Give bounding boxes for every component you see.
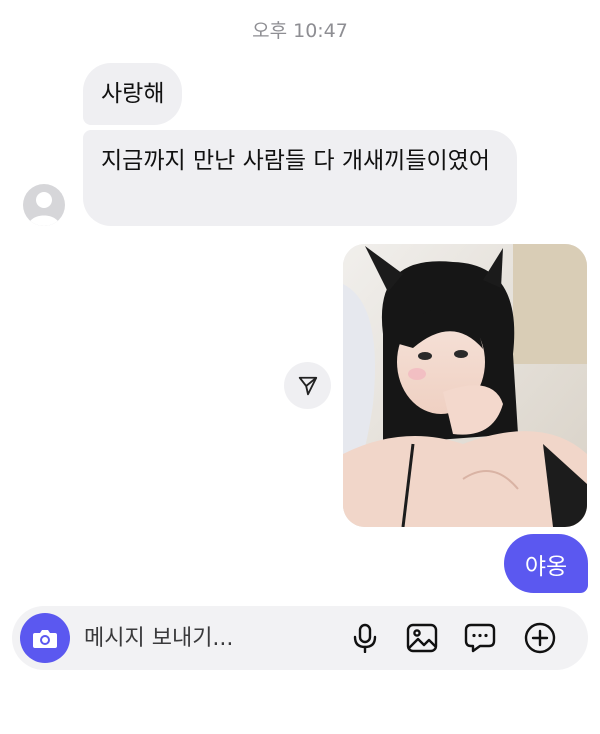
gallery-icon [406, 623, 438, 653]
sent-photo-attachment[interactable] [343, 244, 587, 527]
incoming-message-bubble[interactable]: 사랑해 [83, 63, 183, 125]
message-composer [12, 606, 588, 670]
more-options-button[interactable] [522, 620, 558, 656]
microphone-button[interactable] [347, 620, 383, 656]
message-input[interactable] [84, 620, 334, 656]
send-arrow-icon [298, 376, 317, 395]
microphone-icon [353, 623, 377, 653]
sender-avatar[interactable] [23, 184, 65, 226]
outgoing-message-bubble[interactable]: 야옹 [504, 534, 588, 593]
incoming-message-bubble[interactable]: 지금까지 만난 사람들 다 개새끼들이였어 [83, 130, 517, 226]
plus-circle-icon [524, 622, 556, 654]
share-button[interactable] [284, 362, 331, 409]
chat-bubble-icon [464, 623, 496, 653]
message-timestamp: 오후 10:47 [252, 20, 348, 42]
message-text: 사랑해 [101, 81, 165, 107]
gallery-button[interactable] [404, 620, 440, 656]
dm-conversation-screen: 오후 10:47 사랑해 지금까지 만난 사람들 다 개새끼들이였어 야옹 메시… [0, 0, 600, 734]
avatar-placeholder-icon [28, 192, 60, 226]
sticker-button[interactable] [462, 620, 498, 656]
message-text: 지금까지 만난 사람들 다 개새끼들이였어 [101, 148, 490, 174]
camera-icon [33, 630, 57, 648]
camera-button[interactable] [20, 613, 70, 663]
message-text: 야옹 [524, 553, 568, 580]
photo-image [343, 244, 587, 527]
